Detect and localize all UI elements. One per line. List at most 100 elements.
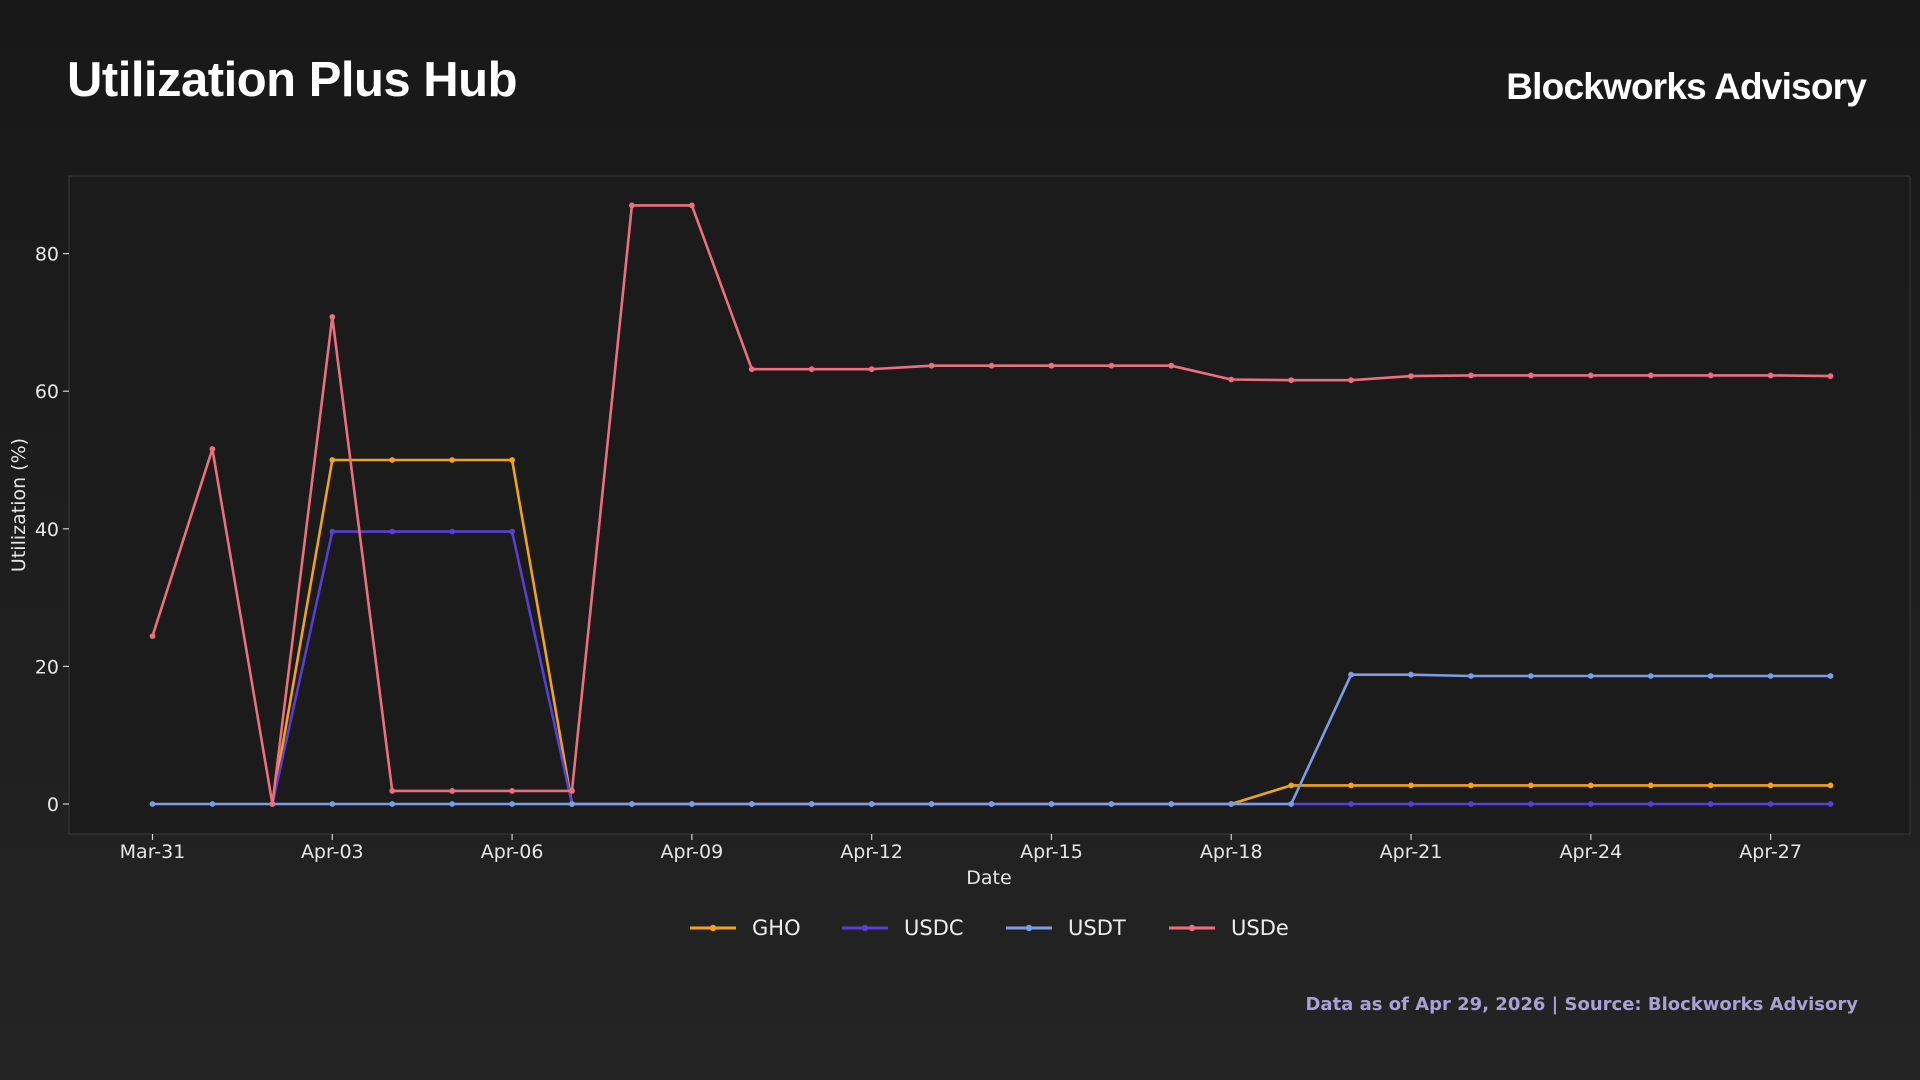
x-tick-label: Apr-27 — [1739, 841, 1802, 863]
legend-marker — [709, 924, 717, 932]
data-point-gho — [1647, 782, 1654, 789]
data-point-usde — [1647, 372, 1654, 379]
x-tick-label: Apr-06 — [481, 841, 544, 863]
data-point-usde — [1228, 376, 1235, 383]
data-point-usdt — [748, 801, 755, 807]
y-axis: 0 20 40 60 80 — [35, 244, 69, 816]
data-point-usdt — [389, 801, 396, 807]
data-point-usde — [928, 362, 935, 369]
x-axis: Mar-31 Apr-03 Apr-06 Apr-09 Apr-12 Apr-15 Apr-… — [120, 834, 1802, 863]
data-point-usdc — [449, 528, 455, 535]
data-point-gho — [1468, 782, 1474, 789]
data-point-usdt — [1587, 673, 1594, 679]
data-point-usdt — [1408, 671, 1414, 678]
source-note: Data as of Apr 29, 2026 | Source: Blockw… — [1305, 994, 1858, 1015]
data-point-usde — [689, 202, 695, 209]
data-point-usde — [1168, 362, 1175, 369]
data-point-usdt — [629, 801, 635, 807]
data-point-usdt — [1767, 673, 1774, 679]
data-point-gho — [1348, 782, 1354, 789]
y-tick-label: 80 — [35, 244, 59, 266]
data-point-usde — [1348, 377, 1354, 384]
data-point-usdt — [928, 801, 935, 807]
data-point-usdc — [1468, 801, 1474, 807]
data-point-usdc — [329, 528, 336, 535]
data-point-gho — [1707, 782, 1714, 789]
data-point-usde — [1827, 373, 1834, 379]
data-point-usde — [988, 362, 995, 369]
data-point-usde — [1468, 372, 1474, 379]
y-tick-label: 20 — [35, 656, 59, 678]
data-point-usdt — [1468, 673, 1474, 679]
data-point-usdc — [509, 528, 515, 535]
data-point-usdt — [509, 801, 515, 807]
legend-item-usdc[interactable]: USDC — [842, 916, 964, 940]
data-point-usdt — [1647, 673, 1654, 679]
data-point-gho — [1288, 782, 1295, 789]
data-point-usdt — [868, 801, 875, 807]
data-point-usdt — [808, 801, 815, 807]
data-point-usdt — [569, 801, 575, 807]
legend-item-gho[interactable]: GHO — [690, 916, 801, 940]
data-point-usde — [149, 633, 156, 639]
x-tick-label: Apr-09 — [661, 841, 724, 863]
data-point-gho — [1587, 782, 1594, 789]
data-point-gho — [1767, 782, 1774, 789]
data-point-gho — [509, 457, 515, 463]
x-tick-label: Mar-31 — [120, 841, 186, 863]
data-point-usde — [329, 314, 336, 320]
x-tick-label: Apr-03 — [301, 841, 364, 863]
legend-item-usde[interactable]: USDe — [1169, 916, 1289, 940]
data-point-usdt — [1707, 673, 1714, 679]
data-point-gho — [329, 457, 336, 463]
utilization-line-chart: 0 20 40 60 80 Mar-31 Apr-03 Apr-06 Apr-09 Apr-12… — [8, 175, 1911, 940]
x-tick-label: Apr-12 — [840, 841, 903, 863]
y-tick-label: 0 — [47, 794, 59, 816]
data-point-gho — [1827, 782, 1834, 789]
data-point-usdt — [1168, 801, 1175, 807]
data-point-usdt — [1228, 801, 1235, 807]
data-point-usde — [389, 788, 396, 794]
data-point-usdt — [1288, 801, 1295, 807]
x-tick-label: Apr-24 — [1559, 841, 1622, 863]
data-point-gho — [389, 457, 396, 463]
data-point-usde — [1408, 373, 1414, 379]
data-point-usde — [1707, 372, 1714, 379]
y-tick-label: 40 — [35, 519, 59, 541]
data-point-usde — [1528, 372, 1534, 379]
data-point-usde — [808, 366, 815, 373]
data-point-usde — [1108, 362, 1115, 369]
data-point-usdt — [988, 801, 995, 807]
data-point-usdt — [449, 801, 455, 807]
data-point-usde — [509, 788, 515, 794]
x-axis-label: Date — [966, 867, 1011, 889]
data-point-usdt — [149, 801, 156, 807]
legend-label: GHO — [752, 916, 801, 940]
data-point-usde — [1288, 377, 1295, 384]
data-point-usdc — [1408, 801, 1414, 807]
legend-marker — [1188, 924, 1196, 932]
plot-area — [68, 175, 1911, 835]
data-point-usdc — [1528, 801, 1534, 807]
data-point-usde — [449, 788, 455, 794]
data-point-usde — [1048, 362, 1055, 369]
data-point-usdt — [329, 801, 336, 807]
legend-item-usdt[interactable]: USDT — [1006, 916, 1126, 940]
data-point-usde — [629, 202, 635, 209]
data-point-usde — [1587, 372, 1594, 379]
x-tick-label: Apr-21 — [1380, 841, 1443, 863]
data-point-usdt — [209, 801, 216, 807]
legend-label: USDC — [904, 916, 964, 940]
data-point-usdc — [1767, 801, 1774, 807]
data-point-usde — [569, 788, 575, 794]
legend-label: USDT — [1068, 916, 1126, 940]
data-point-gho — [1528, 782, 1534, 789]
data-point-usde — [1767, 372, 1774, 379]
legend-label: USDe — [1231, 916, 1289, 940]
data-point-usdt — [1048, 801, 1055, 807]
data-point-usdt — [689, 801, 695, 807]
data-point-gho — [449, 457, 455, 463]
data-point-usdc — [1587, 801, 1594, 807]
data-point-usdc — [1348, 801, 1354, 807]
data-point-usdt — [1827, 673, 1834, 679]
